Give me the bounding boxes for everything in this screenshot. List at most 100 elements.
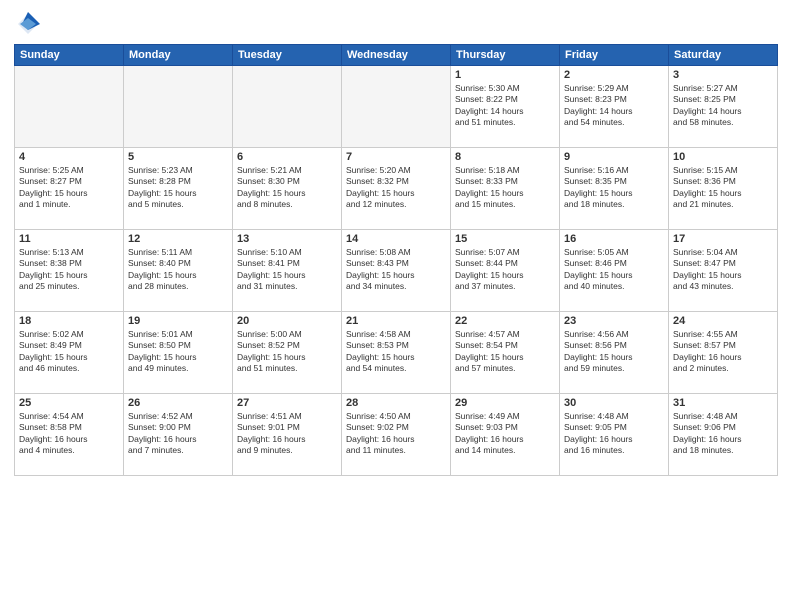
day-info: Sunrise: 4:58 AM Sunset: 8:53 PM Dayligh…	[346, 329, 446, 375]
day-info: Sunrise: 4:48 AM Sunset: 9:06 PM Dayligh…	[673, 411, 773, 457]
day-info: Sunrise: 4:52 AM Sunset: 9:00 PM Dayligh…	[128, 411, 228, 457]
header	[14, 10, 778, 38]
calendar-cell: 29 Sunrise: 4:49 AM Sunset: 9:03 PM Dayli…	[451, 394, 560, 476]
day-info: Sunrise: 4:50 AM Sunset: 9:02 PM Dayligh…	[346, 411, 446, 457]
day-number: 16	[564, 233, 664, 245]
day-number: 13	[237, 233, 337, 245]
day-info: Sunrise: 5:07 AM Sunset: 8:44 PM Dayligh…	[455, 247, 555, 293]
header-cell-wednesday: Wednesday	[342, 45, 451, 66]
day-info: Sunrise: 5:01 AM Sunset: 8:50 PM Dayligh…	[128, 329, 228, 375]
day-number: 25	[19, 397, 119, 409]
day-info: Sunrise: 4:49 AM Sunset: 9:03 PM Dayligh…	[455, 411, 555, 457]
day-number: 7	[346, 151, 446, 163]
page: SundayMondayTuesdayWednesdayThursdayFrid…	[0, 0, 792, 612]
week-row-5: 25 Sunrise: 4:54 AM Sunset: 8:58 PM Dayli…	[15, 394, 778, 476]
logo-icon	[14, 10, 42, 38]
day-number: 14	[346, 233, 446, 245]
day-info: Sunrise: 5:29 AM Sunset: 8:23 PM Dayligh…	[564, 83, 664, 129]
calendar-cell: 31 Sunrise: 4:48 AM Sunset: 9:06 PM Dayli…	[669, 394, 778, 476]
day-info: Sunrise: 5:02 AM Sunset: 8:49 PM Dayligh…	[19, 329, 119, 375]
calendar-cell: 21 Sunrise: 4:58 AM Sunset: 8:53 PM Dayli…	[342, 312, 451, 394]
day-number: 27	[237, 397, 337, 409]
calendar-cell: 10Sunrise: 5:15 AM Sunset: 8:36 PM Dayli…	[669, 148, 778, 230]
day-number: 26	[128, 397, 228, 409]
day-info: Sunrise: 5:05 AM Sunset: 8:46 PM Dayligh…	[564, 247, 664, 293]
day-info: Sunrise: 5:25 AM Sunset: 8:27 PM Dayligh…	[19, 165, 119, 211]
day-number: 5	[128, 151, 228, 163]
calendar-cell: 1 Sunrise: 5:30 AM Sunset: 8:22 PM Daylig…	[451, 66, 560, 148]
calendar-cell: 28 Sunrise: 4:50 AM Sunset: 9:02 PM Dayli…	[342, 394, 451, 476]
calendar-cell: 7 Sunrise: 5:20 AM Sunset: 8:32 PM Daylig…	[342, 148, 451, 230]
day-info: Sunrise: 4:57 AM Sunset: 8:54 PM Dayligh…	[455, 329, 555, 375]
calendar: SundayMondayTuesdayWednesdayThursdayFrid…	[14, 44, 778, 476]
calendar-cell: 9Sunrise: 5:16 AM Sunset: 8:35 PM Daylig…	[560, 148, 669, 230]
day-info: Sunrise: 4:56 AM Sunset: 8:56 PM Dayligh…	[564, 329, 664, 375]
day-number: 28	[346, 397, 446, 409]
day-info: Sunrise: 4:54 AM Sunset: 8:58 PM Dayligh…	[19, 411, 119, 457]
day-number: 21	[346, 315, 446, 327]
calendar-cell	[342, 66, 451, 148]
week-row-1: 1 Sunrise: 5:30 AM Sunset: 8:22 PM Daylig…	[15, 66, 778, 148]
day-info: Sunrise: 5:27 AM Sunset: 8:25 PM Dayligh…	[673, 83, 773, 129]
calendar-cell: 30 Sunrise: 4:48 AM Sunset: 9:05 PM Dayli…	[560, 394, 669, 476]
calendar-cell: 8 Sunrise: 5:18 AM Sunset: 8:33 PM Daylig…	[451, 148, 560, 230]
calendar-body: 1 Sunrise: 5:30 AM Sunset: 8:22 PM Daylig…	[15, 66, 778, 476]
day-number: 30	[564, 397, 664, 409]
day-number: 31	[673, 397, 773, 409]
calendar-cell: 23Sunrise: 4:56 AM Sunset: 8:56 PM Dayli…	[560, 312, 669, 394]
week-row-3: 11 Sunrise: 5:13 AM Sunset: 8:38 PM Dayli…	[15, 230, 778, 312]
day-number: 8	[455, 151, 555, 163]
day-number: 15	[455, 233, 555, 245]
calendar-cell: 12Sunrise: 5:11 AM Sunset: 8:40 PM Dayli…	[124, 230, 233, 312]
day-number: 6	[237, 151, 337, 163]
day-number: 20	[237, 315, 337, 327]
day-number: 19	[128, 315, 228, 327]
day-info: Sunrise: 4:55 AM Sunset: 8:57 PM Dayligh…	[673, 329, 773, 375]
header-cell-monday: Monday	[124, 45, 233, 66]
day-info: Sunrise: 5:08 AM Sunset: 8:43 PM Dayligh…	[346, 247, 446, 293]
calendar-cell: 14 Sunrise: 5:08 AM Sunset: 8:43 PM Dayli…	[342, 230, 451, 312]
day-info: Sunrise: 5:18 AM Sunset: 8:33 PM Dayligh…	[455, 165, 555, 211]
calendar-cell	[124, 66, 233, 148]
day-number: 2	[564, 69, 664, 81]
calendar-cell: 16 Sunrise: 5:05 AM Sunset: 8:46 PM Dayli…	[560, 230, 669, 312]
day-number: 22	[455, 315, 555, 327]
day-info: Sunrise: 5:16 AM Sunset: 8:35 PM Dayligh…	[564, 165, 664, 211]
calendar-cell: 17 Sunrise: 5:04 AM Sunset: 8:47 PM Dayli…	[669, 230, 778, 312]
day-info: Sunrise: 5:10 AM Sunset: 8:41 PM Dayligh…	[237, 247, 337, 293]
calendar-cell: 15 Sunrise: 5:07 AM Sunset: 8:44 PM Dayli…	[451, 230, 560, 312]
header-cell-sunday: Sunday	[15, 45, 124, 66]
header-cell-friday: Friday	[560, 45, 669, 66]
day-info: Sunrise: 5:13 AM Sunset: 8:38 PM Dayligh…	[19, 247, 119, 293]
calendar-cell	[15, 66, 124, 148]
header-cell-saturday: Saturday	[669, 45, 778, 66]
day-number: 11	[19, 233, 119, 245]
day-info: Sunrise: 5:20 AM Sunset: 8:32 PM Dayligh…	[346, 165, 446, 211]
calendar-header-row: SundayMondayTuesdayWednesdayThursdayFrid…	[15, 45, 778, 66]
day-info: Sunrise: 5:00 AM Sunset: 8:52 PM Dayligh…	[237, 329, 337, 375]
calendar-cell: 19 Sunrise: 5:01 AM Sunset: 8:50 PM Dayli…	[124, 312, 233, 394]
day-number: 24	[673, 315, 773, 327]
week-row-4: 18 Sunrise: 5:02 AM Sunset: 8:49 PM Dayli…	[15, 312, 778, 394]
calendar-cell: 25 Sunrise: 4:54 AM Sunset: 8:58 PM Dayli…	[15, 394, 124, 476]
day-number: 12	[128, 233, 228, 245]
calendar-cell: 11 Sunrise: 5:13 AM Sunset: 8:38 PM Dayli…	[15, 230, 124, 312]
day-info: Sunrise: 5:23 AM Sunset: 8:28 PM Dayligh…	[128, 165, 228, 211]
day-info: Sunrise: 5:04 AM Sunset: 8:47 PM Dayligh…	[673, 247, 773, 293]
day-number: 29	[455, 397, 555, 409]
calendar-cell: 6Sunrise: 5:21 AM Sunset: 8:30 PM Daylig…	[233, 148, 342, 230]
day-info: Sunrise: 4:48 AM Sunset: 9:05 PM Dayligh…	[564, 411, 664, 457]
day-number: 17	[673, 233, 773, 245]
day-number: 18	[19, 315, 119, 327]
calendar-cell: 4 Sunrise: 5:25 AM Sunset: 8:27 PM Daylig…	[15, 148, 124, 230]
calendar-cell: 24 Sunrise: 4:55 AM Sunset: 8:57 PM Dayli…	[669, 312, 778, 394]
day-info: Sunrise: 5:30 AM Sunset: 8:22 PM Dayligh…	[455, 83, 555, 129]
logo	[14, 10, 46, 38]
header-cell-thursday: Thursday	[451, 45, 560, 66]
day-number: 4	[19, 151, 119, 163]
day-number: 1	[455, 69, 555, 81]
calendar-cell	[233, 66, 342, 148]
header-cell-tuesday: Tuesday	[233, 45, 342, 66]
calendar-cell: 2 Sunrise: 5:29 AM Sunset: 8:23 PM Daylig…	[560, 66, 669, 148]
day-number: 10	[673, 151, 773, 163]
